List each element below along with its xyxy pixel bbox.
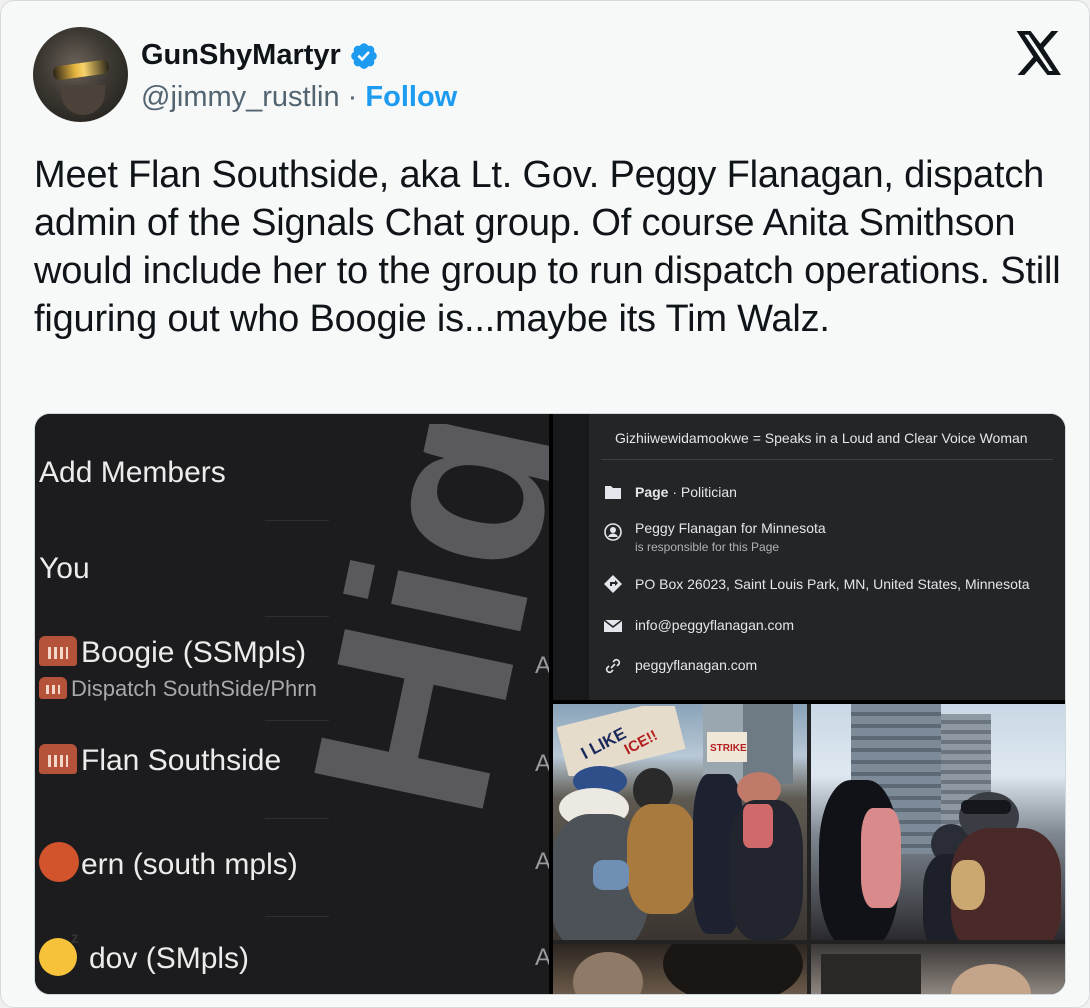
member-row[interactable]: Flan Southside: [39, 744, 281, 778]
protest-photo[interactable]: I LIKE ICE!! STRIKE: [553, 704, 807, 940]
divider: [265, 916, 329, 917]
protest-sign: I LIKE ICE!!: [557, 706, 686, 776]
protest-photo[interactable]: [811, 944, 1065, 994]
member-trailing: A: [535, 848, 549, 876]
sleeping-emoji-icon: [39, 930, 79, 976]
member-name: Flan Southside: [81, 744, 282, 777]
chat-screenshot[interactable]: High Add Members You Boogie (SSMpls) Dis…: [35, 414, 549, 994]
user-avatar[interactable]: [33, 27, 128, 122]
member-trailing: A: [535, 750, 549, 778]
member-row[interactable]: dov (SMpls): [39, 930, 250, 976]
tweet-card: GunShyMartyr @jimmy_rustlin · Follow Mee…: [0, 0, 1090, 1008]
building-shape: [743, 704, 793, 784]
profile-card: Gizhiiwewidamookwe = Speaks in a Loud an…: [589, 414, 1065, 700]
goggles-shape: [961, 800, 1011, 814]
member-name: Boogie (SSMpls): [81, 636, 307, 669]
page-email[interactable]: info@peggyflanagan.com: [635, 617, 794, 633]
member-trailing: A: [535, 944, 549, 972]
user-handle[interactable]: @jimmy_rustlin: [141, 81, 340, 113]
member-name: dov (SMpls): [89, 942, 250, 975]
page-owner-note: is responsible for this Page: [635, 540, 780, 554]
page-flag-icon: [605, 486, 621, 499]
avatar-jaw: [61, 85, 105, 115]
arch-shape: [663, 944, 803, 994]
profile-screenshot[interactable]: Gizhiiwewidamookwe = Speaks in a Loud an…: [553, 414, 1065, 700]
person-coat: [627, 804, 697, 914]
tweet-text: Meet Flan Southside, aka Lt. Gov. Peggy …: [34, 154, 1061, 340]
divider: [265, 616, 329, 617]
red-circle-icon: [39, 842, 79, 882]
protest-photo[interactable]: [811, 704, 1065, 940]
svg-text:STRIKE: STRIKE: [710, 743, 747, 754]
scarf-shape: [743, 804, 773, 848]
svg-text:High: High: [258, 424, 549, 836]
watermark-text: High: [258, 424, 549, 836]
member-subtitle-row: Dispatch SouthSide/Phrn: [39, 676, 317, 702]
person-shape: [573, 952, 643, 994]
scarf-shape: [861, 808, 901, 908]
x-logo-icon[interactable]: [1015, 31, 1063, 75]
display-name[interactable]: GunShyMartyr: [141, 39, 341, 72]
link-icon: [605, 658, 621, 674]
verified-badge-icon: [351, 42, 377, 69]
hand-shape: [951, 964, 1031, 994]
email-icon: [603, 619, 623, 632]
page-website[interactable]: peggyflanagan.com: [635, 657, 757, 673]
divider: [265, 818, 329, 819]
protest-photos[interactable]: I LIKE ICE!! STRIKE: [553, 704, 1065, 994]
follow-button[interactable]: Follow: [365, 81, 457, 113]
mitten-shape: [951, 860, 985, 910]
handle-row: @jimmy_rustlin · Follow: [141, 81, 457, 114]
phone-emoji-icon: [39, 744, 77, 774]
member-trailing: A: [535, 652, 549, 680]
member-name: ern (south mpls): [81, 848, 298, 881]
member-row[interactable]: ern (south mpls): [39, 842, 298, 882]
page-owner[interactable]: Peggy Flanagan for Minnesota: [635, 520, 826, 536]
page-type: · Politician: [668, 484, 737, 500]
member-row[interactable]: Boogie (SSMpls): [39, 636, 306, 670]
strike-sign: STRIKE: [707, 732, 747, 762]
location-pin-icon: [604, 575, 622, 593]
user-info-icon: [604, 523, 622, 541]
page-address: PO Box 26023, Saint Louis Park, MN, Unit…: [635, 576, 1030, 592]
member-subtitle: Dispatch SouthSide/Phrn: [71, 676, 317, 701]
bag-shape: [593, 860, 629, 890]
background-shape: [821, 954, 921, 994]
name-row: GunShyMartyr: [141, 39, 379, 72]
handle-separator: ·: [339, 81, 366, 113]
protest-photo[interactable]: [553, 944, 807, 994]
you-label: You: [39, 552, 90, 585]
media-grid[interactable]: High Add Members You Boogie (SSMpls) Dis…: [34, 413, 1066, 995]
page-label: Page: [635, 484, 669, 500]
divider: [265, 520, 329, 521]
name-meaning: Gizhiiwewidamookwe = Speaks in a Loud an…: [615, 430, 1028, 446]
page-category-row: Page · Politician: [635, 484, 737, 500]
avatar-visor: [52, 59, 110, 81]
add-members-label[interactable]: Add Members: [39, 456, 226, 490]
divider: [265, 720, 329, 721]
phone-emoji-icon: [39, 636, 77, 666]
divider: [601, 459, 1053, 460]
phone-emoji-icon: [39, 677, 67, 699]
